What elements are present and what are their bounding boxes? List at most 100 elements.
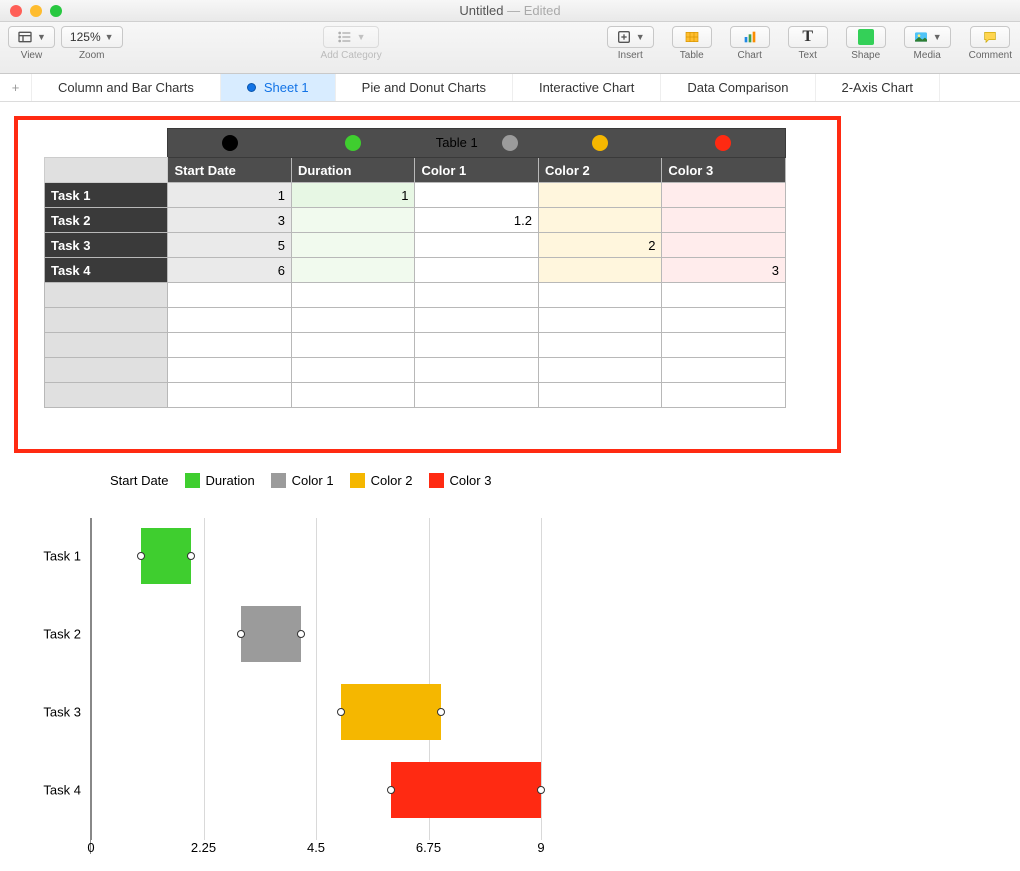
shape-label: Shape bbox=[851, 50, 880, 61]
sheet-tab[interactable]: Column and Bar Charts bbox=[32, 74, 221, 101]
table-cell[interactable] bbox=[662, 183, 786, 208]
chevron-down-icon: ▼ bbox=[933, 32, 942, 42]
sheet-tab[interactable]: Interactive Chart bbox=[513, 74, 661, 101]
table-cell[interactable] bbox=[538, 183, 661, 208]
window-titlebar: Untitled — Edited bbox=[0, 0, 1020, 22]
chart-bar[interactable] bbox=[141, 528, 191, 584]
zoom-button[interactable]: 125% ▼ bbox=[61, 26, 123, 48]
table-cell[interactable] bbox=[538, 308, 661, 333]
data-table[interactable]: Table 1Start DateDurationColor 1Color 2C… bbox=[44, 128, 786, 408]
column-header[interactable]: Duration bbox=[291, 158, 414, 183]
row-header-empty[interactable] bbox=[45, 383, 168, 408]
column-header[interactable]: Start Date bbox=[168, 158, 291, 183]
table-cell[interactable] bbox=[415, 333, 538, 358]
shape-button[interactable] bbox=[846, 26, 886, 48]
bar-handle-icon[interactable] bbox=[237, 630, 245, 638]
add-category-button[interactable]: ▼ bbox=[323, 26, 379, 48]
bar-handle-icon[interactable] bbox=[437, 708, 445, 716]
table-cell[interactable] bbox=[538, 283, 661, 308]
bar-handle-icon[interactable] bbox=[337, 708, 345, 716]
table-button[interactable] bbox=[672, 26, 712, 48]
table-cell[interactable] bbox=[291, 233, 414, 258]
table-cell[interactable] bbox=[415, 283, 538, 308]
row-header[interactable]: Task 1 bbox=[45, 183, 168, 208]
gantt-chart[interactable]: Start DateDurationColor 1Color 2Color 3 … bbox=[40, 473, 600, 854]
table-cell[interactable] bbox=[415, 183, 538, 208]
column-header[interactable]: Color 2 bbox=[538, 158, 661, 183]
chart-bar[interactable] bbox=[241, 606, 301, 662]
canvas[interactable]: Table 1Start DateDurationColor 1Color 2C… bbox=[0, 102, 1020, 864]
table-cell[interactable]: 6 bbox=[168, 258, 291, 283]
column-header[interactable]: Color 1 bbox=[415, 158, 538, 183]
table-cell[interactable] bbox=[538, 358, 661, 383]
table-cell[interactable]: 1 bbox=[291, 183, 414, 208]
table-cell[interactable]: 2 bbox=[538, 233, 661, 258]
table-cell[interactable] bbox=[538, 383, 661, 408]
add-sheet-button[interactable]: + bbox=[0, 74, 32, 101]
table-cell[interactable] bbox=[662, 283, 786, 308]
table-cell[interactable] bbox=[291, 383, 414, 408]
table-cell[interactable] bbox=[538, 208, 661, 233]
chart-bar[interactable] bbox=[341, 684, 441, 740]
x-tick-label: 0 bbox=[87, 840, 94, 855]
table-cell[interactable]: 3 bbox=[662, 258, 786, 283]
zoom-window-icon[interactable] bbox=[50, 5, 62, 17]
chevron-down-icon: ▼ bbox=[636, 32, 645, 42]
table-cell[interactable] bbox=[291, 358, 414, 383]
sheet-tab[interactable]: Pie and Donut Charts bbox=[336, 74, 513, 101]
sheet-tab[interactable]: Data Comparison bbox=[661, 74, 815, 101]
table-cell[interactable] bbox=[291, 258, 414, 283]
table-cell[interactable] bbox=[291, 308, 414, 333]
media-button[interactable]: ▼ bbox=[904, 26, 951, 48]
text-button[interactable]: T bbox=[788, 26, 828, 48]
table-cell[interactable] bbox=[662, 208, 786, 233]
sheet-tab[interactable]: Sheet 1 bbox=[221, 74, 336, 101]
table-cell[interactable] bbox=[415, 258, 538, 283]
table-cell[interactable] bbox=[662, 358, 786, 383]
table-cell[interactable] bbox=[415, 308, 538, 333]
table-cell[interactable] bbox=[168, 383, 291, 408]
table-cell[interactable] bbox=[538, 258, 661, 283]
sheet-tab[interactable]: 2-Axis Chart bbox=[816, 74, 941, 101]
row-header[interactable]: Task 3 bbox=[45, 233, 168, 258]
table-cell[interactable] bbox=[291, 208, 414, 233]
bar-handle-icon[interactable] bbox=[387, 786, 395, 794]
close-window-icon[interactable] bbox=[10, 5, 22, 17]
chevron-down-icon: ▼ bbox=[105, 32, 114, 42]
insert-button[interactable]: ▼ bbox=[607, 26, 654, 48]
table-cell[interactable]: 1 bbox=[168, 183, 291, 208]
table-cell[interactable]: 5 bbox=[168, 233, 291, 258]
row-header-empty[interactable] bbox=[45, 333, 168, 358]
table-cell[interactable] bbox=[662, 233, 786, 258]
table-cell[interactable] bbox=[538, 333, 661, 358]
row-header-empty[interactable] bbox=[45, 283, 168, 308]
chart-bar[interactable] bbox=[391, 762, 541, 818]
table-cell[interactable] bbox=[662, 308, 786, 333]
chart-button[interactable] bbox=[730, 26, 770, 48]
row-header[interactable]: Task 4 bbox=[45, 258, 168, 283]
comment-button[interactable] bbox=[970, 26, 1010, 48]
table-cell[interactable]: 1.2 bbox=[415, 208, 538, 233]
table-cell[interactable] bbox=[291, 333, 414, 358]
table-cell[interactable] bbox=[662, 333, 786, 358]
bar-handle-icon[interactable] bbox=[137, 552, 145, 560]
bar-handle-icon[interactable] bbox=[187, 552, 195, 560]
table-cell[interactable] bbox=[415, 233, 538, 258]
table-cell[interactable] bbox=[415, 383, 538, 408]
table-cell[interactable]: 3 bbox=[168, 208, 291, 233]
table-cell[interactable] bbox=[662, 383, 786, 408]
row-header-empty[interactable] bbox=[45, 358, 168, 383]
table-cell[interactable] bbox=[168, 283, 291, 308]
table-cell[interactable] bbox=[291, 283, 414, 308]
table-cell[interactable] bbox=[168, 358, 291, 383]
row-header[interactable]: Task 2 bbox=[45, 208, 168, 233]
bar-handle-icon[interactable] bbox=[297, 630, 305, 638]
table-cell[interactable] bbox=[168, 308, 291, 333]
table-cell[interactable] bbox=[415, 358, 538, 383]
row-header-empty[interactable] bbox=[45, 308, 168, 333]
table-cell[interactable] bbox=[168, 333, 291, 358]
view-button[interactable]: ▼ bbox=[8, 26, 55, 48]
bar-handle-icon[interactable] bbox=[537, 786, 545, 794]
column-header[interactable]: Color 3 bbox=[662, 158, 786, 183]
minimize-window-icon[interactable] bbox=[30, 5, 42, 17]
